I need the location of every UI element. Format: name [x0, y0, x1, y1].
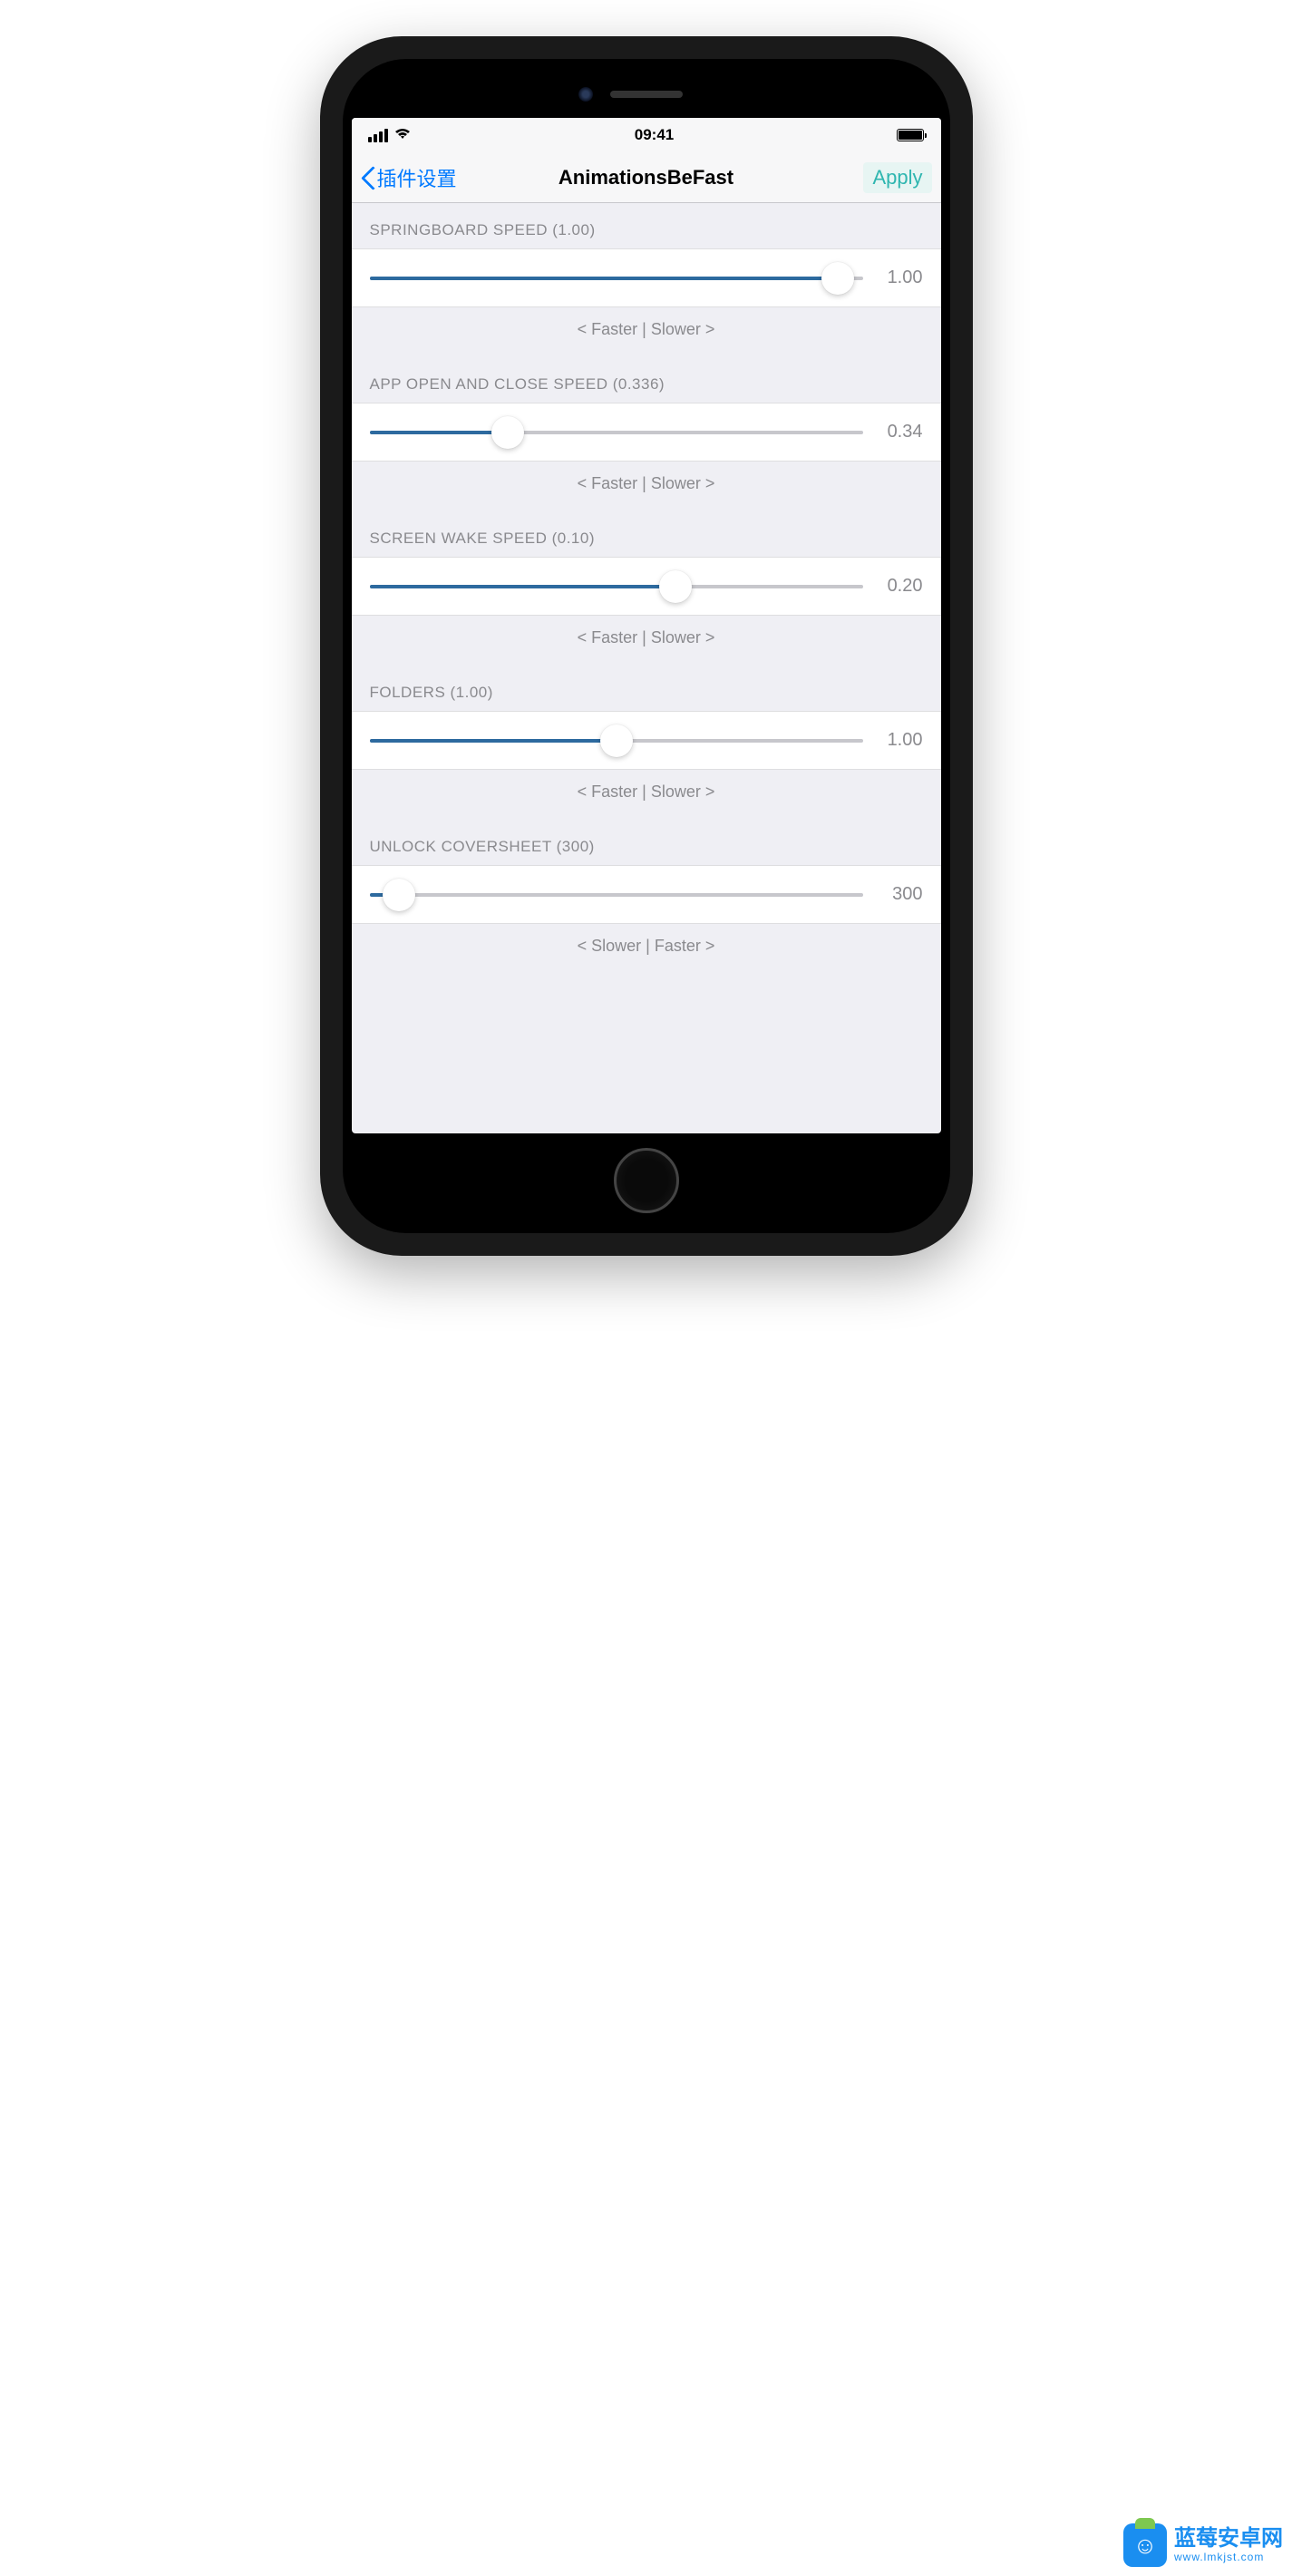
screen: 09:41 插件设置 AnimationsBeFast Apply SPRING… [352, 118, 941, 1133]
slider-unlock-coversheet[interactable] [370, 893, 863, 897]
phone-inner: 09:41 插件设置 AnimationsBeFast Apply SPRING… [343, 59, 950, 1233]
slider-row: 0.20 [352, 557, 941, 616]
phone-frame: 09:41 插件设置 AnimationsBeFast Apply SPRING… [320, 36, 973, 1256]
section-header: FOLDERS (1.00) [352, 666, 941, 711]
section-header: APP OPEN AND CLOSE SPEED (0.336) [352, 357, 941, 403]
apply-button[interactable]: Apply [863, 162, 931, 193]
wifi-icon [393, 126, 412, 145]
slider-row: 300 [352, 865, 941, 924]
nav-bar: 插件设置 AnimationsBeFast Apply [352, 152, 941, 203]
section-footer: < Faster | Slower > [352, 616, 941, 666]
watermark-icon: ☺ [1123, 2523, 1167, 2567]
slider-springboard[interactable] [370, 277, 863, 280]
slider-thumb[interactable] [659, 570, 692, 603]
status-left [368, 126, 412, 145]
section-screen-wake-speed: SCREEN WAKE SPEED (0.10) 0.20 < Faster |… [352, 511, 941, 666]
section-springboard-speed: SPRINGBOARD SPEED (1.00) 1.00 < Faster |… [352, 203, 941, 357]
back-button[interactable]: 插件设置 [361, 163, 457, 192]
section-unlock-coversheet: UNLOCK COVERSHEET (300) 300 < Slower | F… [352, 820, 941, 974]
chevron-left-icon [361, 165, 375, 190]
slider-thumb[interactable] [383, 879, 415, 911]
slider-fill [370, 585, 675, 588]
back-label: 插件设置 [377, 163, 457, 192]
speaker-grille [610, 91, 683, 98]
slider-row: 0.34 [352, 403, 941, 462]
slider-fill [370, 277, 839, 280]
slider-fill [370, 431, 508, 434]
slider-row: 1.00 [352, 248, 941, 307]
watermark-sub: www.lmkjst.com [1174, 2552, 1283, 2563]
slider-row: 1.00 [352, 711, 941, 770]
slider-value: 1.00 [879, 730, 923, 751]
section-header: SPRINGBOARD SPEED (1.00) [352, 203, 941, 248]
section-app-open-close-speed: APP OPEN AND CLOSE SPEED (0.336) 0.34 < … [352, 357, 941, 511]
settings-content[interactable]: SPRINGBOARD SPEED (1.00) 1.00 < Faster |… [352, 203, 941, 1133]
status-bar: 09:41 [352, 118, 941, 152]
slider-screen-wake[interactable] [370, 585, 863, 588]
front-camera [578, 87, 593, 102]
slider-fill [370, 739, 617, 743]
slider-app-speed[interactable] [370, 431, 863, 434]
section-footer: < Faster | Slower > [352, 770, 941, 820]
slider-value: 1.00 [879, 267, 923, 288]
slider-folders[interactable] [370, 739, 863, 743]
slider-thumb[interactable] [821, 262, 854, 295]
status-time: 09:41 [635, 126, 674, 144]
section-header: UNLOCK COVERSHEET (300) [352, 820, 941, 865]
battery-icon [897, 129, 924, 141]
section-footer: < Slower | Faster > [352, 924, 941, 974]
section-header: SCREEN WAKE SPEED (0.10) [352, 511, 941, 557]
watermark-title: 蓝莓安卓网 [1174, 2527, 1283, 2551]
signal-icon [368, 129, 388, 142]
section-footer: < Faster | Slower > [352, 307, 941, 357]
home-button[interactable] [614, 1148, 679, 1213]
section-folders: FOLDERS (1.00) 1.00 < Faster | Slower > [352, 666, 941, 820]
slider-value: 0.20 [879, 576, 923, 597]
slider-thumb[interactable] [491, 416, 524, 449]
slider-thumb[interactable] [600, 724, 633, 757]
slider-value: 300 [879, 884, 923, 905]
slider-value: 0.34 [879, 422, 923, 442]
section-footer: < Faster | Slower > [352, 462, 941, 511]
watermark: ☺ 蓝莓安卓网 www.lmkjst.com [1123, 2523, 1283, 2567]
